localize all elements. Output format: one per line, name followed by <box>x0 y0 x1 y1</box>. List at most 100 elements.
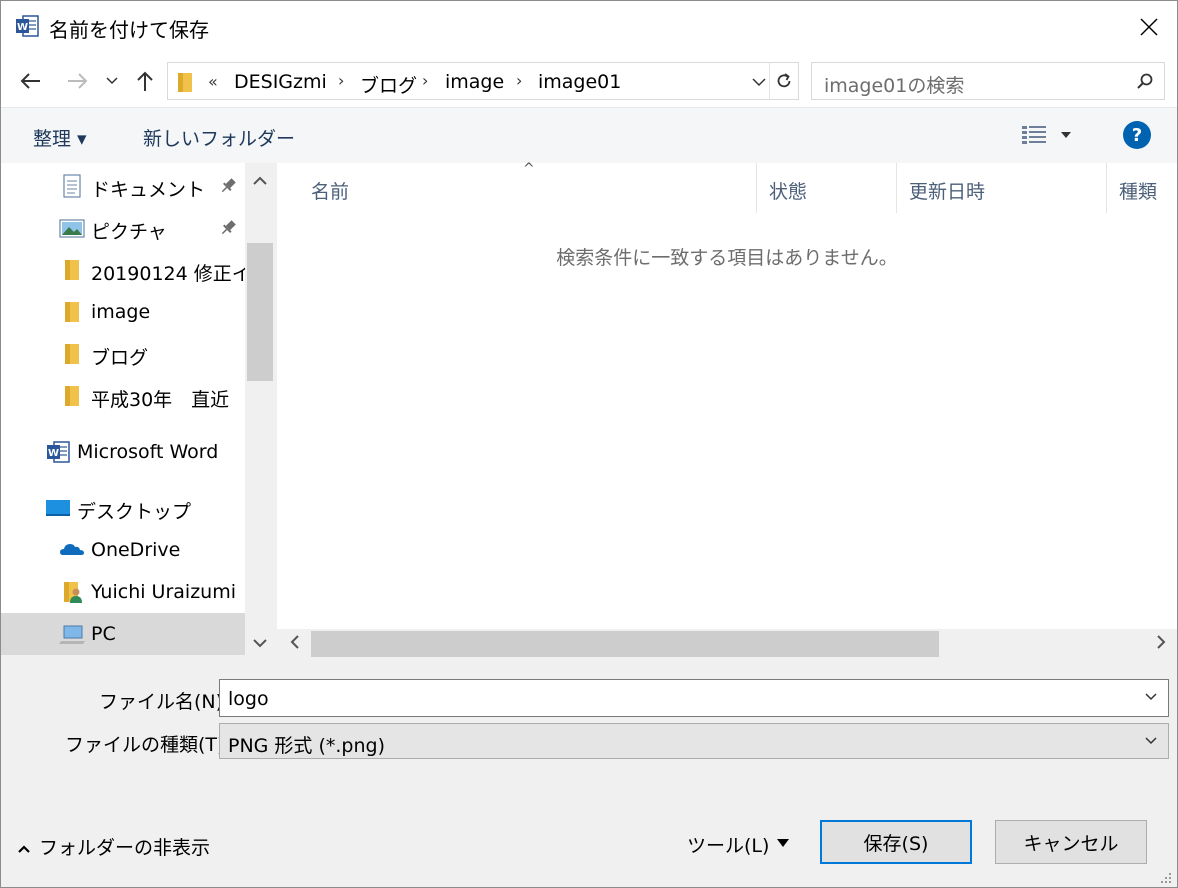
nav-item-microsoft-word[interactable]: W Microsoft Word <box>1 431 245 473</box>
nav-item-folder[interactable]: ブログ <box>1 333 245 375</box>
breadcrumb-item[interactable]: ブログ <box>360 71 417 98</box>
sort-ascending-icon: ^ <box>523 161 535 177</box>
recent-locations-button[interactable] <box>99 67 125 95</box>
desktop-icon <box>46 500 70 516</box>
refresh-button[interactable] <box>769 62 799 100</box>
nav-item-label: ドキュメント <box>91 179 206 201</box>
nav-item-label: 20190124 修正イ. <box>91 263 245 285</box>
organize-button[interactable]: 整理 ▾ <box>33 124 87 151</box>
column-header-type[interactable]: 種類 <box>1107 163 1177 213</box>
breadcrumb-item[interactable]: image <box>445 71 504 93</box>
resize-grip-icon[interactable] <box>1159 871 1173 885</box>
folder-icon <box>65 344 79 364</box>
hide-folders-label: フォルダーの非表示 <box>39 837 211 859</box>
view-options-icon[interactable] <box>1021 124 1047 146</box>
address-bar[interactable]: « DESIGzmi › ブログ › image › image01 <box>167 62 797 100</box>
breadcrumb-overflow[interactable]: « <box>208 72 218 91</box>
scroll-left-icon[interactable] <box>287 634 303 650</box>
nav-item-label: ブログ <box>91 347 149 369</box>
nav-item-label: PC <box>91 623 116 645</box>
filetype-label: ファイルの種類(T): <box>65 734 231 756</box>
navigation-bar: « DESIGzmi › ブログ › image › image01 image… <box>1 53 1177 107</box>
nav-item-folder[interactable]: 平成30年 直近 <box>1 375 245 417</box>
up-arrow-icon <box>137 71 153 91</box>
column-header-status[interactable]: 状態 <box>757 163 897 213</box>
cancel-button[interactable]: キャンセル <box>995 820 1147 864</box>
pin-icon[interactable] <box>219 219 237 237</box>
close-button[interactable] <box>1121 1 1177 53</box>
back-button[interactable] <box>17 67 45 95</box>
close-icon <box>1140 18 1158 36</box>
tools-dropdown-icon[interactable] <box>777 839 789 847</box>
folder-icon <box>65 302 79 322</box>
scrollbar-thumb[interactable] <box>311 631 939 657</box>
empty-list-message: 検索条件に一致する項目はありません。 <box>556 247 898 269</box>
filename-field[interactable]: logo <box>219 679 1169 717</box>
nav-item-folder[interactable]: image <box>1 291 245 333</box>
search-input[interactable]: image01の検索 <box>824 71 964 98</box>
scroll-down-icon[interactable] <box>252 635 268 651</box>
user-folder-icon <box>64 582 82 603</box>
scrollbar-thumb[interactable] <box>247 243 273 381</box>
breadcrumb-item[interactable]: DESIGzmi <box>234 71 327 93</box>
chevron-down-icon[interactable] <box>1144 690 1158 704</box>
column-header-label: 更新日時 <box>909 181 986 203</box>
svg-text:W: W <box>17 22 28 33</box>
nav-item-label: デスクトップ <box>77 501 192 523</box>
column-header-modified[interactable]: 更新日時 <box>897 163 1107 213</box>
chevron-down-icon <box>106 77 118 85</box>
window-title: 名前を付けて保存 <box>49 18 209 42</box>
column-header-label: 種類 <box>1119 181 1158 203</box>
column-header-label: 名前 <box>311 181 350 203</box>
back-arrow-icon <box>20 73 40 89</box>
tools-button[interactable]: ツール(L) <box>687 831 769 858</box>
nav-item-label: ピクチャ <box>91 221 167 243</box>
filename-input[interactable]: logo <box>228 688 269 710</box>
chevron-down-icon[interactable] <box>1144 734 1158 748</box>
new-folder-button[interactable]: 新しいフォルダー <box>143 124 295 151</box>
nav-item-label: Yuichi Uraizumi <box>91 581 236 603</box>
chevron-up-icon <box>18 844 30 853</box>
pin-icon[interactable] <box>219 177 237 195</box>
chevron-down-icon[interactable] <box>748 71 770 93</box>
nav-item-desktop[interactable]: デスクトップ <box>1 487 245 529</box>
search-box[interactable]: image01の検索 <box>811 62 1165 100</box>
nav-item-documents[interactable]: ドキュメント <box>1 165 245 207</box>
command-bar: 整理 ▾ 新しいフォルダー <box>1 107 1177 163</box>
nav-item-pc[interactable]: PC <box>1 613 245 655</box>
column-header-name[interactable]: ^ 名前 <box>277 161 757 213</box>
breadcrumb-separator-icon[interactable]: › <box>338 71 344 90</box>
title-bar: W 名前を付けて保存 <box>1 1 1177 53</box>
view-dropdown-icon[interactable] <box>1061 132 1071 138</box>
word-icon: W <box>16 15 39 37</box>
navigation-pane-scrollbar[interactable] <box>245 163 275 655</box>
nav-item-onedrive[interactable]: OneDrive <box>1 529 245 571</box>
hide-folders-button[interactable]: フォルダーの非表示 <box>17 833 210 860</box>
forward-button[interactable] <box>63 67 91 95</box>
nav-item-label: OneDrive <box>91 539 181 561</box>
folder-icon <box>178 73 192 92</box>
save-button[interactable]: 保存(S) <box>820 820 972 864</box>
save-as-dialog: W 名前を付けて保存 « DESIGzmi › ブログ › image › im… <box>0 0 1178 888</box>
search-icon[interactable] <box>1136 72 1154 90</box>
column-header-label: 状態 <box>769 181 808 203</box>
breadcrumb-separator-icon[interactable]: › <box>516 71 522 90</box>
scroll-up-icon[interactable] <box>252 173 268 189</box>
refresh-icon <box>777 73 791 88</box>
help-icon[interactable]: ? <box>1123 121 1151 149</box>
file-list-horizontal-scrollbar[interactable] <box>277 629 1177 657</box>
folder-icon <box>65 386 79 406</box>
svg-text:W: W <box>48 448 59 459</box>
onedrive-icon <box>60 544 84 555</box>
filetype-select[interactable]: PNG 形式 (*.png) <box>219 723 1169 759</box>
folder-icon <box>65 260 79 280</box>
nav-item-user-folder[interactable]: Yuichi Uraizumi <box>1 571 245 613</box>
up-button[interactable] <box>131 67 159 95</box>
nav-item-pictures[interactable]: ピクチャ <box>1 207 245 249</box>
breadcrumb-item[interactable]: image01 <box>538 71 621 93</box>
nav-item-folder[interactable]: 20190124 修正イ. <box>1 249 245 291</box>
pc-icon <box>59 625 85 644</box>
scroll-right-icon[interactable] <box>1153 634 1169 650</box>
document-icon <box>63 174 81 198</box>
breadcrumb-separator-icon[interactable]: › <box>422 71 428 90</box>
